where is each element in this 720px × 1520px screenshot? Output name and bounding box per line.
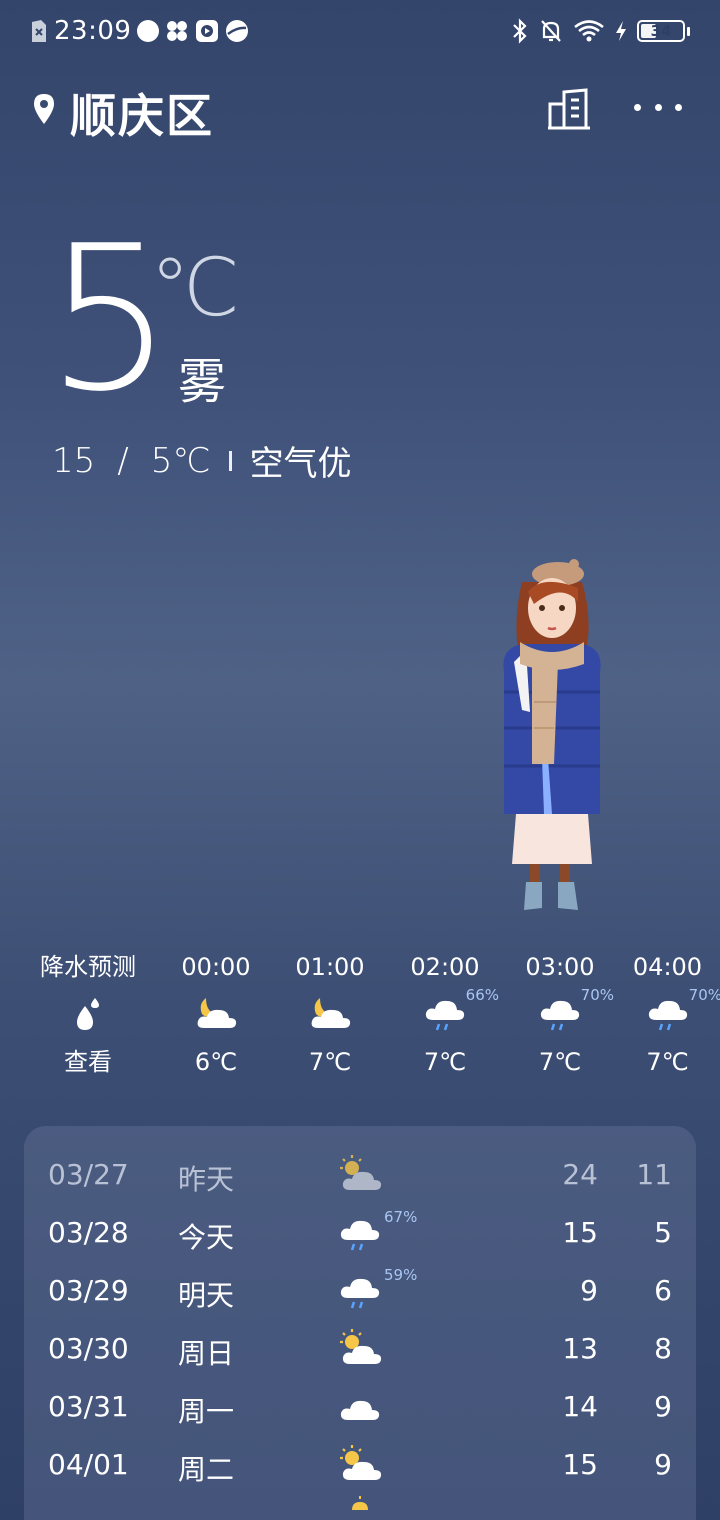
- day-low: 11: [636, 1158, 672, 1191]
- rain-cloud-icon: [340, 1278, 380, 1309]
- precip-probability: 70%: [580, 986, 614, 1004]
- day-high: 14: [562, 1390, 598, 1423]
- daily-row[interactable]: 03/27 昨天 24 11: [24, 1148, 696, 1206]
- city-name[interactable]: 顺庆区: [70, 80, 214, 146]
- day-name: 昨天: [178, 1163, 235, 1196]
- rain-cloud-icon: [648, 1000, 687, 1031]
- hour-temperature: 7℃: [646, 1048, 689, 1076]
- sun-cloud-icon: [340, 1445, 382, 1480]
- status-time: 23:09: [54, 16, 132, 46]
- rain-cloud-icon: [340, 1220, 380, 1251]
- hour-temperature: 7℃: [308, 1048, 352, 1076]
- status-bar: 23:09 34: [0, 0, 720, 66]
- day-date: 03/31: [48, 1390, 129, 1423]
- day-high: 15: [562, 1216, 598, 1249]
- battery-cap: [687, 26, 690, 36]
- hour-temperature: 7℃: [538, 1048, 582, 1076]
- jovi-icon: [137, 20, 160, 42]
- range-separator: /: [117, 440, 129, 481]
- daily-row[interactable]: 03/31 周一 14 9: [24, 1380, 696, 1438]
- hour-temperature: 6℃: [194, 1048, 238, 1076]
- hour-column: 04:00 70% 7℃: [615, 948, 720, 1082]
- day-low: 6: [654, 1274, 672, 1307]
- charging-icon: [616, 21, 626, 41]
- day-name: 今天: [178, 1221, 235, 1254]
- hour-column: 01:00 7℃: [270, 948, 390, 1082]
- day-date: 03/27: [48, 1158, 129, 1191]
- hour-column: 03:00 70% 7℃: [500, 948, 620, 1082]
- day-date: 03/29: [48, 1274, 129, 1307]
- precip-probability: 67%: [384, 1208, 418, 1226]
- low-temp: 5℃: [150, 440, 211, 481]
- day-name: 周二: [178, 1453, 235, 1486]
- day-low: 9: [654, 1390, 672, 1423]
- fan-icon: [167, 21, 188, 41]
- wifi-icon: [574, 20, 604, 42]
- bell-off-icon: [541, 20, 561, 42]
- battery-level: 34: [650, 22, 672, 40]
- hour-label: 02:00: [410, 953, 480, 981]
- temperature-unit: ℃: [150, 241, 240, 334]
- day-high: 15: [562, 1448, 598, 1481]
- hour-label: 03:00: [525, 953, 595, 981]
- hour-label: 00:00: [181, 953, 251, 981]
- precip-probability: 59%: [384, 1266, 418, 1284]
- sun-cloud-icon: [340, 1155, 382, 1190]
- air-quality-label[interactable]: 空气优: [250, 436, 352, 485]
- hour-label: 04:00: [632, 953, 703, 981]
- hour-temperature: 7℃: [423, 1048, 467, 1076]
- dot-icon: [654, 103, 662, 111]
- daily-row[interactable]: 04/01 周二 15 9: [24, 1438, 696, 1496]
- video-player-icon: [196, 20, 219, 42]
- bluetooth-icon: [513, 18, 527, 44]
- day-name: 明天: [178, 1279, 235, 1312]
- daily-row[interactable]: 03/30 周日 13 8: [24, 1322, 696, 1380]
- divider: [228, 450, 232, 471]
- day-name: 周日: [178, 1337, 235, 1370]
- day-high: 13: [562, 1332, 598, 1365]
- day-low: 9: [654, 1448, 672, 1481]
- hour-column: 00:00 6℃: [156, 948, 276, 1082]
- day-low: 5: [654, 1216, 672, 1249]
- sun-icon: [352, 1496, 368, 1510]
- hour-column: 02:00 66% 7℃: [385, 948, 505, 1082]
- weather-character-illustration: [503, 559, 601, 910]
- precipitation-forecast-column[interactable]: 降水预测 查看: [28, 948, 148, 1082]
- more-options-button[interactable]: [634, 100, 682, 114]
- moon-cloud-icon: [197, 998, 237, 1028]
- day-date: 03/28: [48, 1216, 129, 1249]
- hour-label: 01:00: [295, 953, 365, 981]
- header: 顺庆区: [30, 78, 690, 143]
- city-manage-icon[interactable]: [546, 86, 592, 132]
- raindrop-icon: [77, 998, 99, 1030]
- daily-row[interactable]: 03/28 今天 67% 15 5: [24, 1206, 696, 1264]
- high-temp: 15: [52, 440, 96, 481]
- sun-cloud-icon: [340, 1329, 382, 1364]
- view-precipitation-link[interactable]: 查看: [28, 1042, 148, 1082]
- weather-condition: 雾: [178, 354, 227, 410]
- precip-probability: 70%: [688, 986, 720, 1004]
- cloud-icon: [340, 1400, 380, 1420]
- precip-probability: 66%: [465, 986, 499, 1004]
- daily-forecast-card[interactable]: 03/27 昨天 24 11 03/28 今天 67% 15 5 03/29 明…: [24, 1126, 696, 1520]
- location-pin-icon: [34, 94, 54, 124]
- day-high: 24: [562, 1158, 598, 1191]
- planet-app-icon: [226, 20, 249, 42]
- hourly-forecast: 降水预测 查看 00:00 6℃ 01:00 7℃ 02:00 66% 7℃ 0…: [20, 948, 720, 1088]
- temp-range-row: 15 / 5℃ 空气优: [52, 436, 352, 485]
- day-date: 04/01: [48, 1448, 129, 1481]
- daily-row[interactable]: 03/29 明天 59% 9 6: [24, 1264, 696, 1322]
- day-low: 8: [654, 1332, 672, 1365]
- day-high: 9: [580, 1274, 598, 1307]
- rain-cloud-icon: [425, 1000, 465, 1031]
- no-sim-icon: [32, 20, 46, 42]
- rain-cloud-icon: [540, 1000, 580, 1031]
- hour-label: 降水预测: [40, 953, 136, 981]
- battery-indicator: 34: [637, 20, 685, 42]
- dot-icon: [634, 103, 641, 111]
- dot-icon: [675, 103, 682, 111]
- day-date: 03/30: [48, 1332, 129, 1365]
- moon-cloud-icon: [311, 998, 351, 1028]
- day-name: 周一: [178, 1395, 235, 1428]
